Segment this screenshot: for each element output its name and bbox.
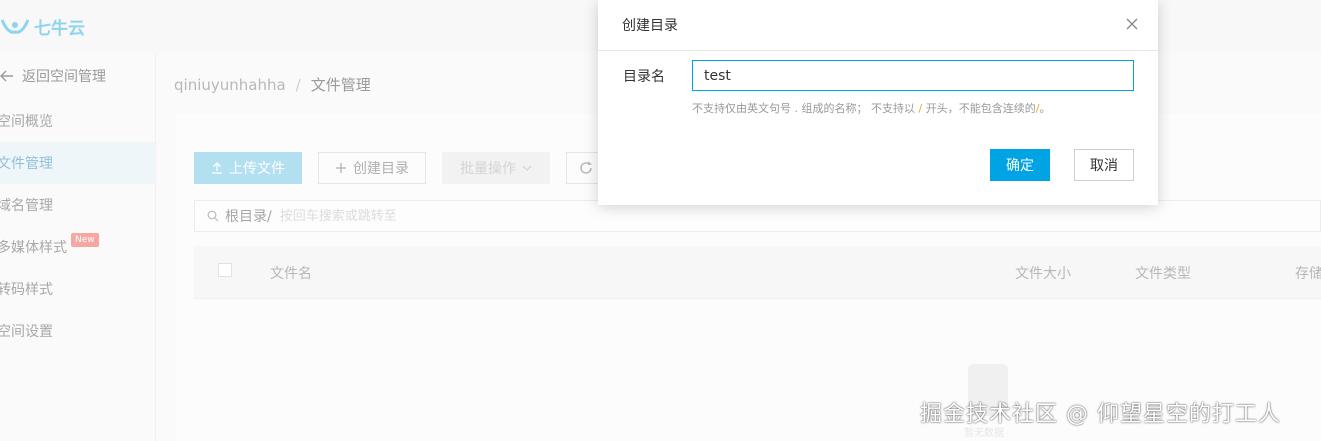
select-all-checkbox[interactable]	[218, 263, 232, 277]
logo-text: 七牛云	[34, 18, 85, 39]
qiniu-logo[interactable]: 七牛云	[0, 12, 85, 40]
close-button[interactable]	[1120, 12, 1144, 36]
breadcrumb-current: 文件管理	[310, 76, 371, 94]
breadcrumb-separator: /	[295, 76, 301, 94]
dialog-title: 创建目录	[622, 18, 678, 34]
upload-icon	[212, 162, 222, 174]
back-to-buckets-link[interactable]: 返回空间管理	[0, 66, 106, 86]
close-icon	[1126, 18, 1138, 30]
chevron-down-icon	[522, 165, 532, 171]
hint-text-3: 开头，不能包含连续的	[925, 102, 1036, 115]
refresh-icon	[580, 161, 592, 174]
qiniu-logo-icon	[0, 19, 30, 34]
search-input[interactable]	[277, 207, 682, 225]
confirm-button[interactable]: 确定	[990, 149, 1050, 181]
hint-text-2: 组成的名称； 不支持以	[801, 102, 916, 115]
column-storage[interactable]: 存储	[1295, 263, 1321, 283]
sidebar-item-label: 转码样式	[0, 282, 53, 298]
directory-name-hint: 不支持仅由英文句号 . 组成的名称； 不支持以 / 开头，不能包含连续的/。	[692, 100, 1050, 116]
sidebar-item-bucket-settings[interactable]: 空间设置	[0, 310, 155, 352]
cancel-button[interactable]: 取消	[1074, 149, 1134, 181]
dialog-header: 创建目录	[598, 0, 1158, 51]
batch-label: 批量操作	[460, 161, 516, 177]
create-directory-button[interactable]: 创建目录	[318, 152, 426, 184]
sidebar-item-domains[interactable]: 域名管理	[0, 184, 155, 226]
upload-file-button[interactable]: 上传文件	[194, 152, 302, 184]
sidebar-item-transcode-styles[interactable]: 转码样式	[0, 268, 155, 310]
batch-operations-dropdown[interactable]: 批量操作	[442, 152, 550, 184]
column-file-name[interactable]: 文件名	[270, 263, 312, 283]
search-icon	[207, 210, 219, 222]
upload-label: 上传文件	[229, 161, 285, 177]
sidebar-item-media-styles[interactable]: 多媒体样式 New	[0, 226, 155, 268]
sidebar-item-label: 域名管理	[0, 198, 53, 214]
hint-end: 。	[1039, 102, 1051, 115]
breadcrumb-bucket[interactable]: qiniuyunhahha	[174, 76, 286, 94]
directory-name-label: 目录名	[623, 69, 665, 85]
sidebar-item-label: 多媒体样式	[0, 240, 67, 256]
create-directory-dialog: 创建目录 目录名 不支持仅由英文句号 . 组成的名称； 不支持以 / 开头，不能…	[598, 0, 1158, 205]
sidebar-item-label: 文件管理	[0, 156, 53, 172]
watermark: 掘金技术社区 @ 仰望星空的打工人	[920, 402, 1281, 427]
arrow-left-icon	[0, 70, 13, 82]
sidebar: 返回空间管理 空间概览 文件管理 域名管理 多媒体样式 New 转码样式 空间设…	[0, 52, 156, 441]
new-badge: New	[71, 233, 99, 247]
directory-name-input[interactable]	[692, 60, 1134, 91]
file-table-header: 文件名 文件大小 文件类型 存储	[194, 246, 1321, 299]
column-file-size[interactable]: 文件大小	[1015, 263, 1071, 283]
hint-slash-highlight: /	[918, 102, 923, 115]
breadcrumb: qiniuyunhahha / 文件管理	[174, 74, 371, 95]
plus-icon	[336, 163, 346, 173]
sidebar-item-label: 空间设置	[0, 324, 53, 340]
sidebar-item-overview[interactable]: 空间概览	[0, 100, 155, 142]
root-directory-label[interactable]: 根目录/	[225, 206, 272, 226]
hint-text-1: 不支持仅由英文句号	[692, 102, 791, 115]
back-label: 返回空间管理	[22, 69, 106, 85]
sidebar-item-label: 空间概览	[0, 114, 53, 130]
column-file-type[interactable]: 文件类型	[1135, 263, 1191, 283]
sidebar-item-files[interactable]: 文件管理	[0, 142, 155, 184]
create-directory-label: 创建目录	[353, 161, 409, 177]
hint-dot: .	[794, 102, 799, 115]
